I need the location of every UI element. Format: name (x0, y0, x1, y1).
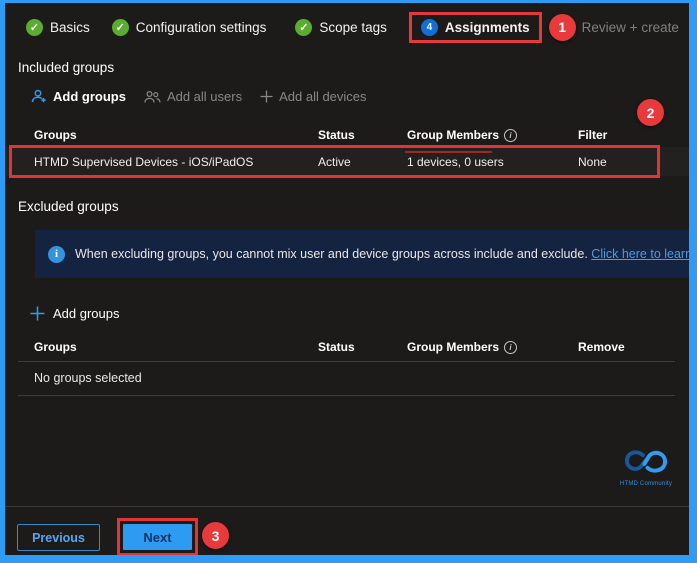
cell-group-members[interactable]: 1 devices, 0 users (407, 155, 578, 169)
tab-review-create: Review + create (582, 20, 679, 35)
col-filter: Filter (578, 128, 697, 142)
annotation-box-assignments: 4 Assignments (409, 12, 542, 43)
info-icon: i (48, 246, 65, 263)
next-button[interactable]: Next (123, 524, 192, 550)
exclusion-info-banner: i When excluding groups, you cannot mix … (35, 230, 692, 278)
annotation-badge-2: 2 (637, 99, 664, 126)
tab-review-create-label: Review + create (582, 20, 679, 35)
tab-basics-label: Basics (50, 20, 90, 35)
infinity-swirl-icon (622, 448, 670, 475)
no-groups-selected-text: No groups selected (34, 371, 142, 385)
cell-group-name: HTMD Supervised Devices - iOS/iPadOS (34, 155, 318, 169)
banner-text: When excluding groups, you cannot mix us… (75, 247, 692, 261)
excluded-add-groups-button[interactable]: Add groups (30, 306, 120, 321)
included-groups-heading: Included groups (18, 60, 114, 75)
included-table-header: Groups Status Group Membersi Filter (0, 126, 697, 144)
col-remove: Remove (578, 340, 697, 354)
tab-basics[interactable]: ✓ Basics (26, 19, 90, 36)
included-groups-toolbar: Add groups Add all users Add all devices (31, 89, 367, 104)
window-border-bottom (0, 555, 697, 563)
cell-filter[interactable]: None (578, 155, 697, 169)
cell-status: Active (318, 155, 407, 169)
divider (5, 506, 692, 507)
divider (18, 361, 675, 362)
annotation-badge-1: 1 (549, 14, 576, 41)
excluded-add-groups-label: Add groups (53, 306, 120, 321)
tab-configuration-settings[interactable]: ✓ Configuration settings (112, 19, 267, 36)
check-icon: ✓ (295, 19, 312, 36)
logo-caption: HTMD Community (616, 481, 676, 487)
tab-scope-tags-label: Scope tags (319, 20, 387, 35)
previous-button[interactable]: Previous (17, 524, 100, 551)
htmd-community-logo: HTMD Community (616, 448, 676, 487)
annotation-underline-members (405, 151, 492, 153)
person-add-icon (31, 89, 47, 104)
col-status: Status (318, 340, 407, 354)
info-icon[interactable]: i (504, 341, 517, 354)
excluded-table-header: Groups Status Group Membersi Remove (0, 338, 697, 356)
add-all-users-label: Add all users (167, 89, 242, 104)
col-groups: Groups (34, 128, 318, 142)
add-groups-button[interactable]: Add groups (31, 89, 126, 104)
window-border-top (0, 0, 697, 3)
add-groups-label: Add groups (53, 89, 126, 104)
col-group-members: Group Membersi (407, 340, 578, 354)
tab-configuration-settings-label: Configuration settings (136, 20, 267, 35)
check-icon: ✓ (112, 19, 129, 36)
window-border-right (689, 0, 697, 563)
col-group-members: Group Membersi (407, 128, 578, 142)
col-status: Status (318, 128, 407, 142)
add-all-devices-label: Add all devices (279, 89, 366, 104)
window-border-left (0, 0, 5, 563)
annotation-badge-3: 3 (202, 522, 229, 549)
assignments-wizard-window: ✓ Basics ✓ Configuration settings ✓ Scop… (0, 0, 697, 563)
excluded-groups-heading: Excluded groups (18, 199, 119, 214)
col-groups: Groups (34, 340, 318, 354)
add-all-devices-button: Add all devices (260, 89, 366, 104)
wizard-step-nav: ✓ Basics ✓ Configuration settings ✓ Scop… (26, 11, 679, 43)
learn-more-link[interactable]: Click here to learn more about (591, 247, 692, 261)
people-icon (144, 90, 161, 104)
plus-icon (30, 306, 45, 321)
tab-scope-tags[interactable]: ✓ Scope tags (295, 19, 387, 36)
tab-assignments[interactable]: 4 Assignments (421, 19, 530, 36)
add-all-users-button: Add all users (144, 89, 242, 104)
plus-icon (260, 90, 273, 103)
table-row[interactable]: HTMD Supervised Devices - iOS/iPadOS Act… (0, 147, 697, 176)
tab-assignments-label: Assignments (445, 20, 530, 35)
info-icon[interactable]: i (504, 129, 517, 142)
check-icon: ✓ (26, 19, 43, 36)
step-number-icon: 4 (421, 19, 438, 36)
divider (18, 395, 675, 396)
